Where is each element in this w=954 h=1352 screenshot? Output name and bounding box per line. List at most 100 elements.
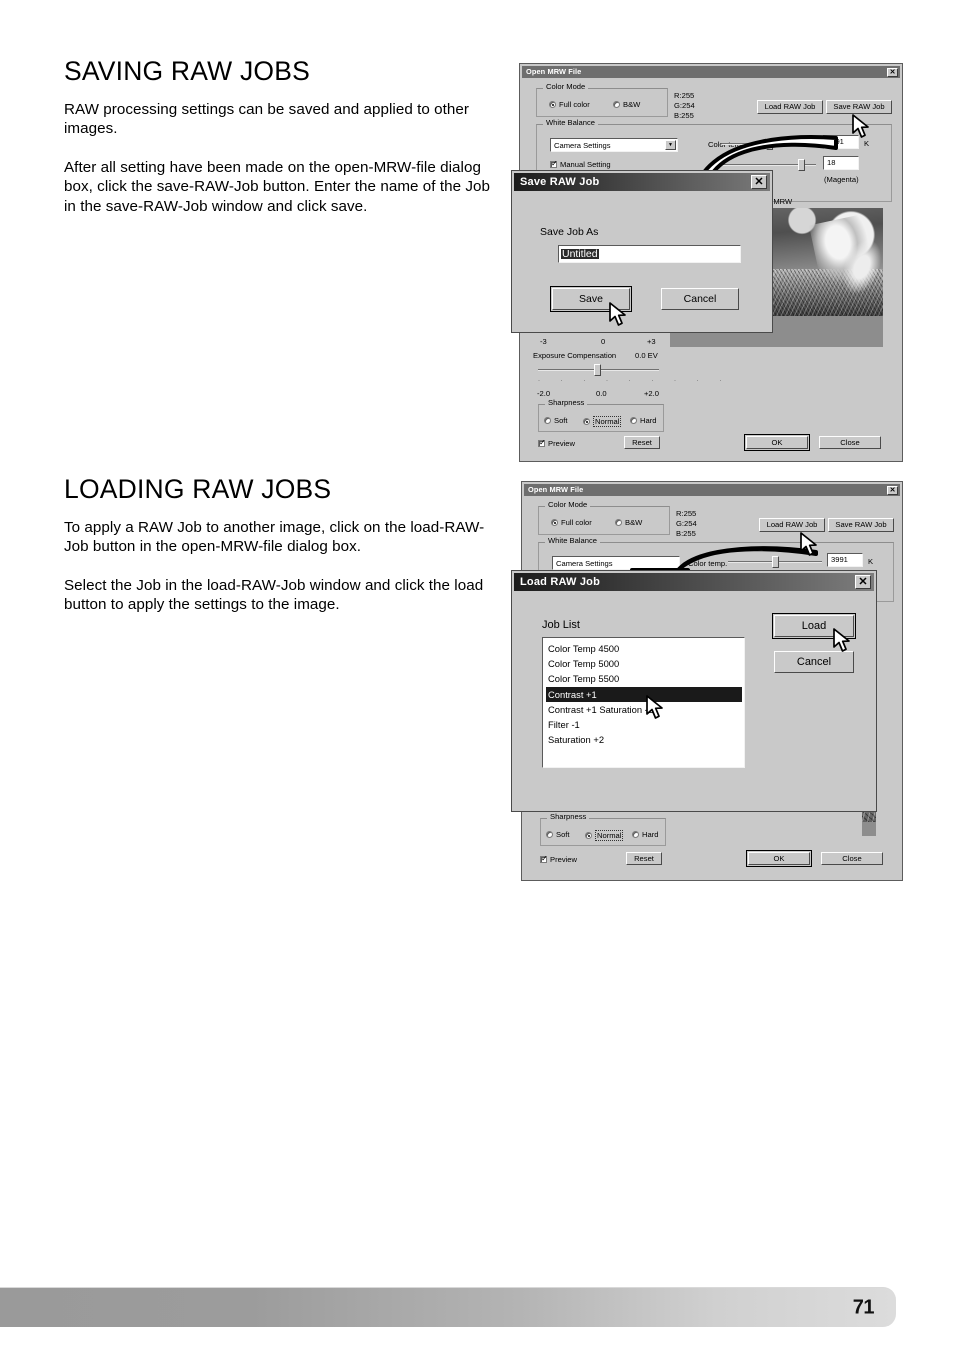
page-title-saving: SAVING RAW JOBS — [64, 56, 310, 86]
radio-hard[interactable]: Hard — [630, 416, 656, 425]
radio-icon — [613, 101, 620, 108]
radio-icon — [585, 832, 592, 839]
radio-bw[interactable]: B&W — [613, 100, 640, 109]
page-title-loading: LOADING RAW JOBS — [64, 474, 332, 504]
radio-hard-label: Hard — [640, 416, 657, 425]
sharpness-group-2: Sharpness Soft Normal Hard — [540, 813, 666, 846]
wb-preset-value: Camera Settings — [554, 140, 611, 150]
radio-normal-label: Normal — [593, 416, 622, 427]
list-item[interactable]: Color Temp 4500 — [546, 641, 744, 656]
mouse-cursor — [608, 302, 630, 328]
radio-normal[interactable]: Normal — [583, 416, 622, 427]
close-button-2[interactable]: Close — [821, 852, 883, 865]
paragraph-loading-1: To apply a RAW Job to another image, cli… — [64, 518, 485, 556]
list-item-selected[interactable]: Contrast +1 — [546, 686, 742, 702]
radio-soft-label: Soft — [554, 416, 568, 425]
mouse-cursor — [832, 628, 854, 654]
close-button[interactable]: Close — [819, 436, 881, 449]
sharpness-legend-2: Sharpness — [547, 813, 590, 821]
ok-button-2[interactable]: OK — [746, 850, 812, 867]
mouse-cursor — [645, 695, 667, 721]
load-cancel-button[interactable]: Cancel — [774, 651, 854, 673]
save-job-name-value: Untitled — [561, 247, 599, 260]
screenshot-load-raw-job: Open MRW File ✕ Color Mode Full color B&… — [511, 481, 903, 881]
open-mrw-title-2: Open MRW File — [528, 485, 584, 495]
manual-setting-checkbox[interactable]: Manual Setting — [550, 160, 611, 169]
radio-full-color[interactable]: Full color — [549, 100, 590, 109]
wb-preset-value-2: Camera Settings — [556, 558, 613, 568]
save-raw-job-title: Save RAW Job — [520, 176, 600, 188]
exposure-slider[interactable] — [538, 362, 659, 378]
preview-checkbox[interactable]: Preview — [538, 439, 575, 448]
load-raw-job-title: Load RAW Job — [520, 576, 601, 588]
preview-label: Preview — [548, 439, 576, 448]
save-raw-job-titlebar: Save RAW Job ✕ — [514, 173, 770, 191]
save-job-as-label: Save Job As — [540, 226, 599, 238]
radio-soft[interactable]: Soft — [544, 416, 568, 425]
radio-normal-2[interactable]: Normal — [585, 830, 624, 841]
radio-full-color-label-2: Full color — [561, 518, 592, 527]
radio-full-color-label: Full color — [559, 100, 590, 109]
exposure-tickmarks: · · · · · · · · · — [538, 378, 731, 384]
sharpness-group: Sharpness Soft Normal Hard — [538, 399, 664, 432]
reset-button[interactable]: Reset — [624, 436, 660, 449]
reset-button-2[interactable]: Reset — [626, 852, 662, 865]
radio-icon — [551, 519, 558, 526]
paragraph-loading-2: Select the Job in the load-RAW-Job windo… — [64, 577, 484, 614]
job-list[interactable]: Color Temp 4500 Color Temp 5000 Color Te… — [542, 637, 745, 768]
radio-icon — [546, 831, 553, 838]
exposure-range-max: +2.0 — [644, 389, 659, 398]
section-saving-raw-jobs: SAVING RAW JOBS RAW processing settings … — [64, 56, 504, 216]
radio-icon — [632, 831, 639, 838]
radio-icon — [544, 417, 551, 424]
load-raw-job-dialog: Load RAW Job ✕ Job List Color Temp 4500 … — [511, 570, 877, 812]
rgb-readout-r: R:255 — [674, 91, 695, 100]
close-icon[interactable]: ✕ — [855, 575, 871, 589]
radio-bw-label: B&W — [623, 100, 641, 109]
close-icon[interactable]: ✕ — [887, 485, 898, 495]
list-item[interactable]: Saturation +2 — [546, 732, 744, 747]
exposure-range-mid: 0.0 — [596, 389, 607, 398]
color-mode-legend: Color Mode — [543, 83, 589, 91]
radio-soft-label-2: Soft — [556, 830, 570, 839]
color-temp-unit: K — [864, 139, 870, 148]
save-job-name-input[interactable]: Untitled — [558, 245, 741, 263]
radio-icon — [583, 418, 590, 425]
screenshot-save-raw-job: Open MRW File ✕ Color Mode Full color B&… — [511, 63, 903, 462]
mouse-cursor — [851, 114, 873, 140]
exposure-tick-min: -3 — [540, 337, 547, 346]
mouse-cursor — [799, 532, 821, 558]
open-mrw-titlebar-2: Open MRW File ✕ — [524, 484, 900, 496]
preview-checkbox-2[interactable]: Preview — [540, 855, 577, 864]
close-icon[interactable]: ✕ — [887, 67, 898, 77]
save-raw-job-dialog: Save RAW Job ✕ Save Job As Untitled Save… — [511, 170, 773, 333]
color-temp-unit-2: K — [868, 557, 874, 566]
radio-normal-label-2: Normal — [595, 830, 624, 841]
white-balance-legend: White Balance — [543, 119, 598, 127]
exposure-tick-mid: 0 — [601, 337, 606, 346]
page-footer-bar: 71 — [0, 1287, 896, 1327]
list-item[interactable]: Color Temp 5500 — [546, 671, 744, 686]
open-mrw-titlebar: Open MRW File ✕ — [522, 66, 900, 78]
radio-soft-2[interactable]: Soft — [546, 830, 570, 839]
color-temp-input-2[interactable]: 3991 — [827, 553, 863, 567]
radio-icon — [549, 101, 556, 108]
ok-button[interactable]: OK — [744, 434, 810, 451]
exposure-tick-max: +3 — [647, 337, 656, 346]
radio-hard-2[interactable]: Hard — [632, 830, 658, 839]
save-cancel-button[interactable]: Cancel — [661, 288, 739, 310]
preview-blank-band-2 — [862, 822, 876, 836]
rgb-readout-r-2: R:255 — [676, 509, 697, 518]
save-raw-job-button-2[interactable]: Save RAW Job — [828, 518, 894, 532]
slider-thumb[interactable] — [594, 364, 601, 376]
manual-setting-label: Manual Setting — [560, 160, 611, 169]
close-icon[interactable]: ✕ — [751, 175, 767, 189]
radio-full-color-2[interactable]: Full color — [551, 518, 592, 527]
radio-icon — [630, 417, 637, 424]
paragraph-saving-2: After all setting have been made on the … — [64, 159, 490, 215]
white-balance-legend-2: White Balance — [545, 537, 600, 545]
list-item[interactable]: Color Temp 5000 — [546, 656, 744, 671]
exposure-compensation-label: Exposure Compensation — [533, 351, 617, 360]
exposure-range-min: -2.0 — [537, 389, 551, 398]
color-mode-legend-2: Color Mode — [545, 501, 591, 509]
